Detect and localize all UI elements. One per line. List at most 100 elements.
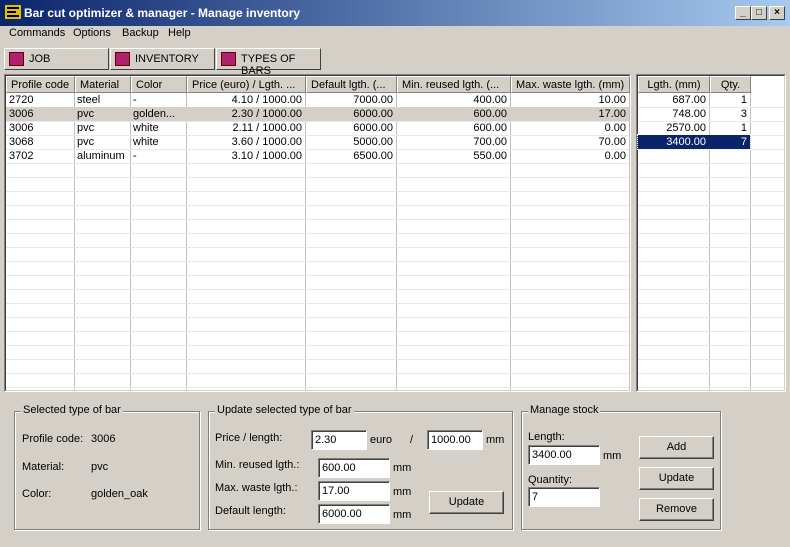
grid-line [6, 247, 629, 248]
grid-line [638, 191, 784, 192]
column-header[interactable]: Material [75, 76, 131, 93]
manage-stock-group: Manage stock Length: mm Quantity: Add Up… [521, 404, 721, 530]
column-header[interactable]: Max. waste lgth. (mm) [511, 76, 630, 93]
table-cell: 7 [740, 136, 747, 148]
table-cell: 17.00 [598, 108, 626, 120]
grid-line [6, 219, 629, 220]
group-title: Update selected type of bar [215, 404, 354, 416]
column-header[interactable]: Color [131, 76, 187, 93]
table-row[interactable]: 3006 pvc golden... 2.30 / 1000.00 6000.00 600… [6, 107, 629, 121]
table-row[interactable]: 3400.00 7 [637, 134, 751, 150]
stock-quantity-label: Quantity: [528, 474, 573, 486]
table-row[interactable]: 2720 steel - 4.10 / 1000.00 7000.00 400.00 10.… [6, 93, 629, 107]
grid-line [638, 149, 784, 150]
max-waste-label: Max. waste lgth.: [215, 482, 298, 494]
stock-length-label: Length: [528, 431, 565, 443]
types-grid[interactable]: Profile code Material Color Price (euro)… [4, 74, 631, 392]
table-cell: 3702 [9, 150, 34, 162]
stock-length-unit: mm [603, 450, 622, 462]
stock-length-input[interactable] [528, 445, 600, 465]
remove-stock-button[interactable]: Remove [639, 498, 714, 521]
document-icon [115, 52, 130, 66]
table-cell: 687.00 [672, 94, 706, 106]
column-header[interactable]: Min. reused lgth. (... [397, 76, 511, 93]
default-length-input[interactable] [318, 504, 390, 524]
table-row[interactable]: 687.00 1 [638, 93, 750, 107]
menu-help[interactable]: Help [168, 27, 191, 39]
hand-icon [9, 52, 24, 66]
menu-options[interactable]: Options [73, 27, 111, 39]
table-row[interactable]: 748.00 3 [638, 107, 750, 121]
grid-line [6, 345, 629, 346]
group-title: Manage stock [528, 404, 601, 416]
update-type-button[interactable]: Update [429, 491, 504, 514]
table-row[interactable]: 3702 aluminum - 3.10 / 1000.00 6500.00 550.00… [6, 149, 629, 163]
price-length-input[interactable] [427, 430, 483, 450]
window-title: Bar cut optimizer & manager - Manage inv… [24, 6, 301, 20]
grid-line [638, 177, 784, 178]
grid-line [638, 373, 784, 374]
grid-line [6, 359, 629, 360]
stock-grid-inner: Lgth. (mm) Qty. 687.00 1 748.00 3 2570.00 1 34… [637, 75, 785, 391]
price-slash: / [410, 434, 414, 446]
grid-line [638, 317, 784, 318]
table-cell: aluminum [77, 150, 125, 162]
table-cell: 0.00 [604, 150, 626, 162]
table-cell: 3 [740, 108, 747, 120]
table-cell: pvc [77, 108, 95, 120]
table-cell: steel [77, 94, 101, 106]
table-cell: 2570.00 [666, 122, 706, 134]
app-icon [5, 5, 21, 19]
table-cell: 2.30 / 1000.00 [231, 108, 302, 120]
default-length-label: Default length: [215, 505, 286, 517]
price-input[interactable] [311, 430, 367, 450]
tab-job[interactable]: JOB [4, 48, 109, 70]
tab-types-of-bars[interactable]: TYPES OF BARS [216, 48, 321, 77]
column-header[interactable]: Default lgth. (... [306, 76, 397, 93]
grid-line [6, 303, 629, 304]
table-row[interactable]: 3068 pvc white 3.60 / 1000.00 5000.00 700.00 7… [6, 135, 629, 149]
grid-line [6, 275, 629, 276]
default-length-unit: mm [393, 509, 412, 521]
column-header[interactable]: Qty. [710, 76, 751, 93]
add-stock-button[interactable]: Add [639, 436, 714, 459]
table-cell: 0.00 [604, 122, 626, 134]
table-cell: 3006 [9, 108, 34, 120]
table-cell: 550.00 [473, 150, 507, 162]
tab-inventory[interactable]: INVENTORY [110, 48, 215, 70]
column-header[interactable]: Lgth. (mm) [638, 76, 710, 93]
min-reused-input[interactable] [318, 458, 390, 478]
grid-line [638, 345, 784, 346]
column-header[interactable]: Profile code [6, 76, 75, 93]
grid-line [638, 261, 784, 262]
color-label: Color: [22, 488, 52, 500]
maximize-icon[interactable]: □ [751, 6, 767, 20]
table-cell: 3.60 / 1000.00 [231, 136, 302, 148]
grid-line [638, 289, 784, 290]
table-cell: 3006 [9, 122, 34, 134]
column-header[interactable]: Price (euro) / Lgth. ... [187, 76, 306, 93]
grid-line [6, 163, 629, 164]
max-waste-input[interactable] [318, 481, 390, 501]
close-icon[interactable]: × [769, 6, 785, 20]
grid-line [638, 163, 784, 164]
grid-line [638, 233, 784, 234]
menu-commands[interactable]: Commands [9, 27, 65, 39]
update-type-group: Update selected type of bar Price / leng… [208, 404, 513, 530]
menu-backup[interactable]: Backup [122, 27, 159, 39]
stock-quantity-input[interactable] [528, 487, 600, 507]
price-unit: euro [370, 434, 393, 446]
grid-line [6, 261, 629, 262]
group-title: Selected type of bar [21, 404, 123, 416]
column-divider [629, 93, 630, 390]
table-row[interactable]: 2570.00 1 [638, 121, 750, 135]
stock-grid[interactable]: Lgth. (mm) Qty. 687.00 1 748.00 3 2570.00 1 34… [636, 74, 786, 392]
grid-line [6, 317, 629, 318]
selected-type-group: Selected type of bar Profile code: 3006 … [14, 404, 200, 530]
types-grid-inner: Profile code Material Color Price (euro)… [5, 75, 630, 391]
title-bar: Bar cut optimizer & manager - Manage inv… [0, 0, 790, 26]
profile-code-value: 3006 [91, 433, 116, 445]
update-stock-button[interactable]: Update [639, 467, 714, 490]
table-row[interactable]: 3006 pvc white 2.11 / 1000.00 6000.00 600.00 0… [6, 121, 629, 135]
minimize-icon[interactable]: _ [735, 6, 751, 20]
